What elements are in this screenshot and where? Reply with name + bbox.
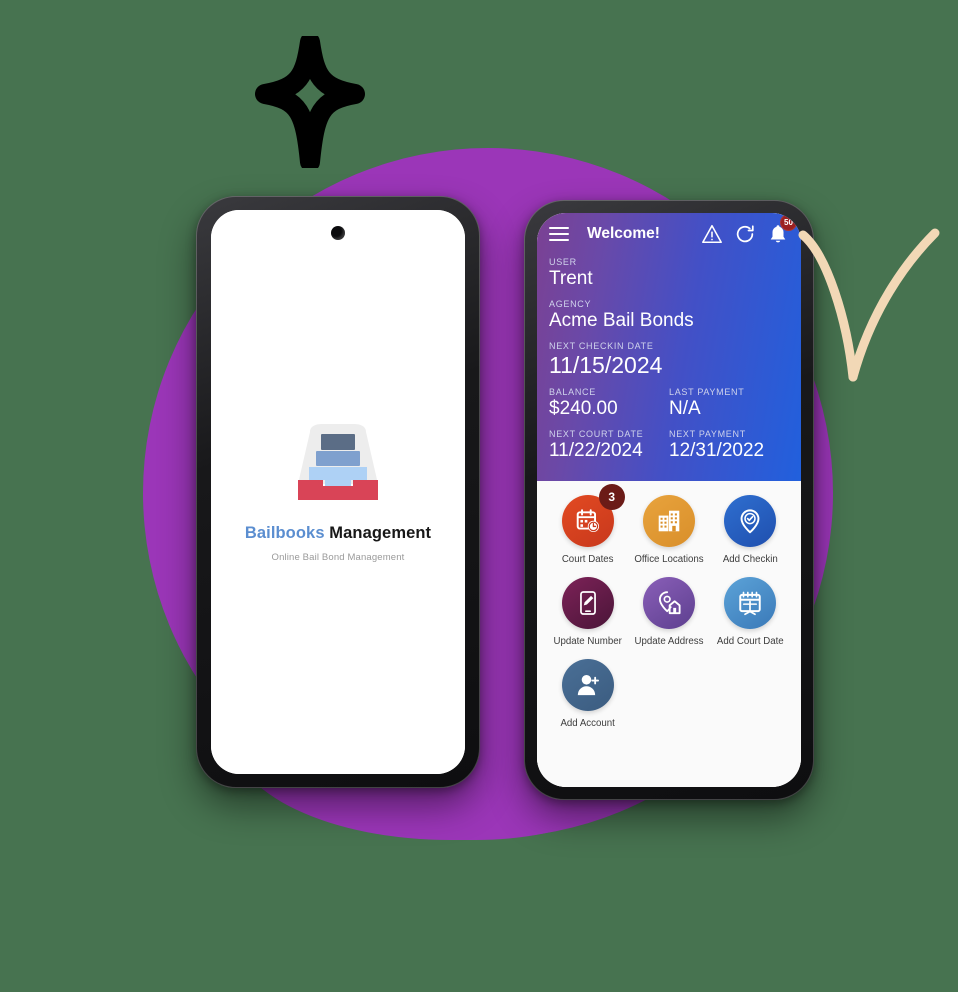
quick-action-tile[interactable]: Add Court Date: [710, 576, 791, 647]
quick-action-tile[interactable]: Update Address: [628, 576, 709, 647]
hamburger-menu-icon[interactable]: [549, 227, 569, 241]
refresh-icon[interactable]: [734, 223, 756, 245]
brand-name-primary: Bailbooks: [244, 523, 325, 542]
quick-action-icon-circle[interactable]: 3: [561, 483, 625, 547]
splash-screen: Bailbooks Management Online Bail Bond Ma…: [211, 210, 465, 774]
field-agency: AGENCY Acme Bail Bonds: [549, 299, 789, 332]
brand-name-secondary: Management: [329, 523, 432, 542]
phone-right-device: Welcome! 50 USER Trent AGENCY Acme Bail …: [524, 200, 814, 800]
phone-right-screen: Welcome! 50 USER Trent AGENCY Acme Bail …: [537, 213, 801, 787]
quick-action-label: Add Court Date: [716, 635, 784, 647]
field-balance: BALANCE $240.00: [549, 387, 669, 429]
quick-action-label: Add Account: [560, 717, 615, 729]
sparkle-star-icon: [255, 36, 365, 168]
account-summary-fields: USER Trent AGENCY Acme Bail Bonds NEXT C…: [537, 255, 801, 471]
field-value-agency: Acme Bail Bonds: [549, 309, 694, 331]
field-value-balance: $240.00: [549, 398, 618, 420]
app-bar-title: Welcome!: [587, 225, 660, 242]
phone-edit-icon: [579, 590, 596, 615]
dashboard-header: Welcome! 50 USER Trent AGENCY Acme Bail …: [537, 213, 801, 481]
quick-action-tile[interactable]: 3 Court Dates: [547, 483, 628, 565]
field-last-payment: LAST PAYMENT N/A: [669, 387, 789, 429]
field-label-agency: AGENCY: [549, 298, 592, 309]
brand-title: Bailbooks Management: [245, 524, 431, 543]
quick-action-count-badge: 3: [598, 483, 625, 510]
calendar-add-icon: [739, 591, 762, 615]
quick-action-icon-circle[interactable]: [561, 576, 614, 629]
quick-action-icon-circle[interactable]: [561, 658, 614, 711]
field-label-last-payment: LAST PAYMENT: [669, 387, 745, 398]
quick-action-icon-circle[interactable]: [642, 576, 695, 629]
quick-action-grid: 3 Court Dates Office Locations Add Checkin U…: [537, 480, 801, 787]
phone-left-screen: Bailbooks Management Online Bail Bond Ma…: [211, 210, 465, 774]
warning-triangle-icon[interactable]: [701, 223, 723, 245]
quick-action-tile[interactable]: Add Checkin: [710, 494, 791, 565]
map-pin-home-icon: [658, 591, 681, 614]
field-value-last-payment: N/A: [669, 398, 701, 420]
quick-action-label: Update Number: [553, 635, 622, 647]
field-row-balance: BALANCE $240.00 LAST PAYMENT N/A: [549, 387, 789, 429]
scene: Bailbooks Management Online Bail Bond Ma…: [0, 0, 958, 992]
quick-action-tile[interactable]: Add Account: [547, 658, 628, 729]
field-value-next-checkin-date: 11/15/2024: [549, 351, 663, 378]
person-add-icon: [577, 674, 599, 695]
field-next-checkin-date: NEXT CHECKIN DATE 11/15/2024: [549, 341, 789, 378]
field-label-next-checkin-date: NEXT CHECKIN DATE: [549, 340, 654, 351]
quick-action-icon-circle[interactable]: [724, 576, 777, 629]
field-next-court-date: NEXT COURT DATE 11/22/2024: [549, 429, 669, 471]
app-bar: Welcome! 50: [537, 213, 801, 255]
phone-left-device: Bailbooks Management Online Bail Bond Ma…: [196, 196, 480, 788]
quick-action-label: Add Checkin: [722, 553, 778, 565]
checkmark-swoosh-decoration: [798, 228, 940, 382]
dashboard-screen: Welcome! 50 USER Trent AGENCY Acme Bail …: [537, 213, 801, 787]
quick-action-label: Update Address: [634, 635, 704, 647]
calendar-clock-icon: [576, 509, 599, 532]
field-label-next-payment: NEXT PAYMENT: [669, 428, 746, 439]
map-pin-check-icon: [740, 509, 760, 534]
quick-action-tile[interactable]: Update Number: [547, 576, 628, 647]
field-label-next-court-date: NEXT COURT DATE: [549, 428, 644, 439]
field-user: USER Trent: [549, 257, 789, 290]
brand-tagline: Online Bail Bond Management: [271, 551, 405, 563]
quick-action-tile[interactable]: Office Locations: [628, 494, 709, 565]
quick-action-label: Office Locations: [634, 553, 704, 565]
quick-action-icon-circle[interactable]: [642, 494, 695, 547]
field-label-user: USER: [549, 257, 577, 267]
field-value-next-court-date: 11/22/2024: [549, 439, 643, 461]
field-value-next-payment: 12/31/2022: [669, 439, 765, 461]
quick-action-icon-circle[interactable]: [724, 494, 777, 547]
field-value-user: Trent: [549, 268, 593, 289]
inbox-tray-icon: [298, 423, 378, 500]
field-row-court: NEXT COURT DATE 11/22/2024 NEXT PAYMENT …: [549, 429, 789, 471]
office-building-icon: [658, 510, 680, 532]
front-camera-punchhole: [331, 226, 345, 240]
field-label-balance: BALANCE: [549, 387, 596, 398]
quick-action-label: Court Dates: [561, 553, 614, 565]
field-next-payment: NEXT PAYMENT 12/31/2022: [669, 429, 789, 471]
